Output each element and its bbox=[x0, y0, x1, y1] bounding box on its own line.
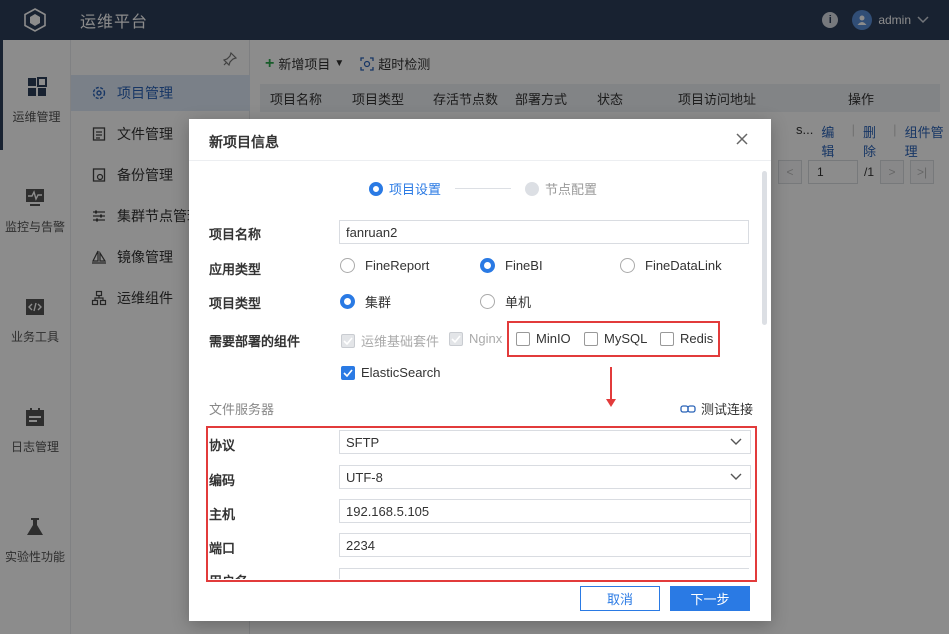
link-icon bbox=[680, 404, 696, 413]
step-dot bbox=[369, 181, 383, 196]
encoding-value: UTF-8 bbox=[346, 469, 383, 485]
step-label: 节点配置 bbox=[545, 182, 598, 197]
app-type-label: 应用类型 bbox=[209, 262, 262, 277]
annotation-arrow-head bbox=[606, 399, 616, 407]
radio-circle bbox=[340, 258, 355, 273]
test-connection-button[interactable]: 测试连接 bbox=[680, 399, 753, 418]
step-connector bbox=[455, 188, 512, 189]
annotation-arrow bbox=[610, 367, 612, 403]
username-label: 用户名 bbox=[209, 571, 248, 579]
radio-cluster[interactable]: 集群 bbox=[340, 292, 391, 311]
project-name-input[interactable]: fanruan2 bbox=[339, 220, 749, 244]
step-label: 项目设置 bbox=[389, 182, 442, 197]
protocol-select[interactable]: SFTP bbox=[339, 430, 751, 454]
checkbox-label: Nginx bbox=[469, 331, 503, 346]
cancel-button[interactable]: 取消 bbox=[580, 586, 660, 611]
radio-finereport[interactable]: FineReport bbox=[340, 258, 429, 273]
dialog-title: 新项目信息 bbox=[209, 134, 279, 150]
checkbox-box bbox=[341, 333, 355, 348]
radio-label: 单机 bbox=[505, 295, 532, 310]
radio-circle bbox=[480, 294, 495, 309]
scrollbar[interactable] bbox=[762, 171, 767, 325]
radio-circle bbox=[620, 258, 635, 273]
radio-circle-selected bbox=[480, 258, 495, 273]
checkbox-label: ElasticSearch bbox=[361, 365, 441, 380]
chevron-down-icon bbox=[730, 473, 742, 480]
new-project-dialog: 新项目信息 项目设置 节点配置 项目名称 fanruan2 应用类型 FineR… bbox=[189, 119, 771, 621]
encoding-select[interactable]: UTF-8 bbox=[339, 465, 751, 489]
encoding-label: 编码 bbox=[209, 473, 236, 488]
radio-label: 集群 bbox=[365, 295, 392, 310]
username-row-clip: 用户名 bbox=[209, 567, 749, 579]
protocol-label: 协议 bbox=[209, 438, 236, 453]
step-node-config: 节点配置 bbox=[525, 179, 597, 198]
file-server-title: 文件服务器 bbox=[209, 402, 275, 417]
host-label: 主机 bbox=[209, 507, 236, 522]
protocol-value: SFTP bbox=[346, 434, 380, 450]
radio-label: FineDataLink bbox=[645, 258, 722, 273]
radio-label: FineBI bbox=[505, 258, 543, 273]
radio-label: FineReport bbox=[365, 258, 430, 273]
checkbox-label: 运维基础套件 bbox=[361, 334, 440, 349]
host-input[interactable]: 192.168.5.105 bbox=[339, 499, 751, 523]
port-input[interactable]: 2234 bbox=[339, 533, 751, 557]
project-name-label: 项目名称 bbox=[209, 227, 262, 242]
step-dot bbox=[525, 181, 540, 196]
radio-finedatalink[interactable]: FineDataLink bbox=[620, 258, 722, 273]
checkbox-ops-suite: 运维基础套件 bbox=[341, 331, 439, 350]
checkbox-box-checked bbox=[341, 365, 355, 380]
checkbox-nginx: Nginx bbox=[449, 331, 502, 346]
close-icon[interactable] bbox=[735, 132, 749, 146]
radio-standalone[interactable]: 单机 bbox=[480, 292, 531, 311]
step-indicator: 项目设置 节点配置 bbox=[369, 179, 597, 198]
next-step-button[interactable]: 下一步 bbox=[670, 586, 750, 611]
components-label: 需要部署的组件 bbox=[209, 334, 301, 349]
step-project-settings: 项目设置 bbox=[369, 179, 441, 198]
test-connection-label: 测试连接 bbox=[700, 402, 753, 417]
highlight-box-components bbox=[507, 321, 720, 357]
radio-circle-selected bbox=[340, 294, 355, 309]
checkbox-elasticsearch[interactable]: ElasticSearch bbox=[341, 365, 440, 380]
username-input[interactable] bbox=[339, 568, 749, 579]
chevron-down-icon bbox=[730, 438, 742, 445]
project-type-label: 项目类型 bbox=[209, 296, 262, 311]
port-label: 端口 bbox=[209, 541, 236, 556]
radio-finebi[interactable]: FineBI bbox=[480, 258, 543, 273]
checkbox-box bbox=[449, 331, 463, 346]
